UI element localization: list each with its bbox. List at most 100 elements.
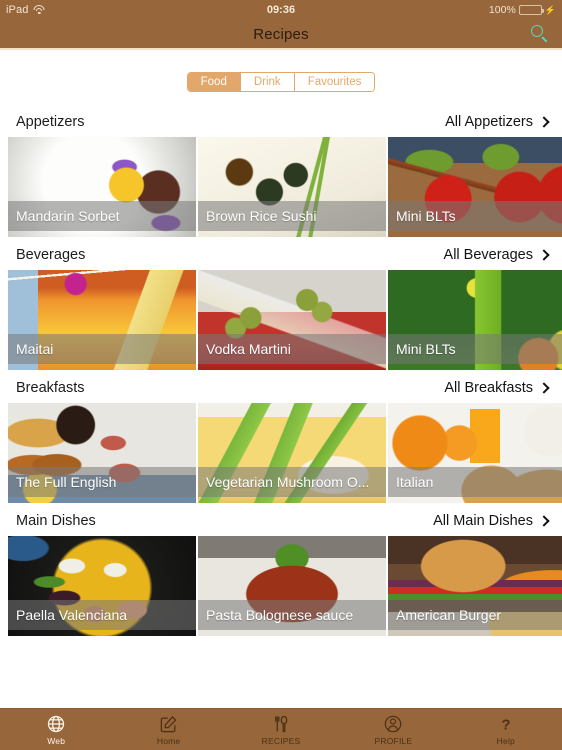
recipe-label-bar: Mini BLTs [388, 334, 562, 364]
recipe-card[interactable]: Vegetarian Mushroom O... [198, 403, 386, 503]
recipe-label-bar: Mandarin Sorbet [8, 201, 196, 231]
section-header: Breakfasts All Breakfasts [0, 372, 562, 403]
question-mark-icon: ? [498, 713, 514, 734]
recipe-sections: Appetizers All Appetizers Mandarin Sorbet B… [0, 106, 562, 636]
status-bar: iPad 09:36 100% ⚡ [0, 0, 562, 20]
recipe-label-bar: Paella Valenciana [8, 600, 196, 630]
recipe-card[interactable]: Paella Valenciana [8, 536, 196, 636]
recipe-title: Maitai [16, 341, 54, 357]
recipe-card[interactable]: Italian [388, 403, 562, 503]
recipe-card[interactable]: Maitai [8, 270, 196, 370]
section-title: Appetizers [16, 113, 85, 130]
status-bar-right: 100% ⚡ [489, 4, 556, 16]
recipe-label-bar: The Full English [8, 467, 196, 497]
recipe-card-row[interactable]: Mandarin Sorbet Brown Rice Sushi Mini BLTs [0, 137, 562, 237]
recipe-section: Main Dishes All Main Dishes Paella Valenci… [0, 505, 562, 636]
tab-recipes[interactable]: RECIPES [225, 709, 337, 750]
recipe-title: Paella Valenciana [16, 607, 128, 623]
section-see-all-link[interactable]: All Main Dishes [433, 512, 550, 529]
section-title: Breakfasts [16, 379, 85, 396]
tab-label-recipes: RECIPES [261, 736, 301, 746]
tab-bar: Web Home RECIPES PROFILE ? Help [0, 708, 562, 750]
section-see-all-label: All Beverages [443, 246, 533, 263]
recipe-card[interactable]: Brown Rice Sushi [198, 137, 386, 237]
recipe-title: Italian [396, 474, 434, 490]
recipe-title: Vegetarian Mushroom O... [206, 474, 370, 490]
recipe-section: Breakfasts All Breakfasts The Full English… [0, 372, 562, 503]
recipe-label-bar: American Burger [388, 600, 562, 630]
segment-drink[interactable]: Drink [240, 73, 295, 91]
section-header: Beverages All Beverages [0, 239, 562, 270]
recipe-title: The Full English [16, 474, 117, 490]
search-icon[interactable] [530, 24, 550, 44]
chevron-right-icon [538, 514, 550, 527]
recipe-card[interactable]: Pasta Bolognese sauce [198, 536, 386, 636]
tab-web[interactable]: Web [0, 709, 112, 750]
section-title: Main Dishes [16, 512, 96, 529]
recipe-title: American Burger [396, 607, 502, 623]
recipe-card-row[interactable]: The Full English Vegetarian Mushroom O...… [0, 403, 562, 503]
section-title: Beverages [16, 246, 86, 263]
section-header: Appetizers All Appetizers [0, 106, 562, 137]
section-see-all-label: All Breakfasts [444, 379, 533, 396]
battery-percent-label: 100% [488, 4, 516, 16]
recipe-title: Pasta Bolognese sauce [206, 607, 354, 623]
recipe-title: Mini BLTs [396, 341, 456, 357]
tab-home[interactable]: Home [112, 709, 224, 750]
recipe-title: Brown Rice Sushi [206, 208, 317, 224]
segment-food[interactable]: Food [187, 73, 241, 91]
device-name: iPad [6, 4, 29, 16]
recipe-card[interactable]: American Burger [388, 536, 562, 636]
status-bar-left: iPad [6, 4, 45, 16]
recipe-title: Mandarin Sorbet [16, 208, 120, 224]
compose-square-icon [159, 713, 178, 734]
wifi-icon [33, 5, 45, 15]
segment-favourites[interactable]: Favourites [294, 73, 375, 91]
tab-help[interactable]: ? Help [450, 709, 562, 750]
recipe-title: Vodka Martini [206, 341, 291, 357]
app-root: iPad 09:36 100% ⚡ Recipes Food Drink Fav… [0, 0, 562, 750]
tab-label-profile: PROFILE [374, 736, 413, 746]
recipe-section: Beverages All Beverages Maitai Vodka Martin… [0, 239, 562, 370]
recipe-card-row[interactable]: Maitai Vodka Martini Mini BLTs [0, 270, 562, 370]
person-circle-icon [383, 713, 403, 734]
recipe-section: Appetizers All Appetizers Mandarin Sorbet B… [0, 106, 562, 237]
recipe-label-bar: Italian [388, 467, 562, 497]
tab-label-web: Web [47, 736, 66, 746]
recipe-label-bar: Mini BLTs [388, 201, 562, 231]
nav-bar: Recipes [0, 20, 562, 50]
page-title: Recipes [253, 25, 309, 43]
section-see-all-label: All Main Dishes [433, 512, 533, 529]
recipe-card[interactable]: Mini BLTs [388, 270, 562, 370]
recipe-label-bar: Brown Rice Sushi [198, 201, 386, 231]
chevron-right-icon [538, 115, 550, 128]
tab-label-home: Home [156, 736, 181, 746]
section-see-all-link[interactable]: All Appetizers [445, 113, 550, 130]
recipe-label-bar: Maitai [8, 334, 196, 364]
recipe-title: Mini BLTs [396, 208, 456, 224]
recipe-card-row[interactable]: Paella Valenciana Pasta Bolognese sauce Am… [0, 536, 562, 636]
lightning-bolt-icon: ⚡ [544, 4, 556, 15]
segmented-control-wrap: Food Drink Favourites [0, 50, 562, 106]
category-segmented-control[interactable]: Food Drink Favourites [186, 72, 376, 92]
fork-knife-icon [272, 713, 290, 734]
status-bar-clock: 09:36 [266, 4, 296, 16]
globe-icon [46, 713, 66, 734]
chevron-right-icon [538, 381, 550, 394]
tab-profile[interactable]: PROFILE [337, 709, 449, 750]
battery-icon [518, 5, 544, 15]
recipe-label-bar: Vegetarian Mushroom O... [198, 467, 386, 497]
recipe-card[interactable]: Mini BLTs [388, 137, 562, 237]
section-header: Main Dishes All Main Dishes [0, 505, 562, 536]
section-see-all-link[interactable]: All Beverages [443, 246, 550, 263]
section-see-all-label: All Appetizers [445, 113, 533, 130]
tab-label-help: Help [496, 736, 515, 746]
recipe-label-bar: Pasta Bolognese sauce [198, 600, 386, 630]
svg-text:?: ? [501, 717, 510, 733]
recipe-card[interactable]: Vodka Martini [198, 270, 386, 370]
recipe-card[interactable]: Mandarin Sorbet [8, 137, 196, 237]
recipe-label-bar: Vodka Martini [198, 334, 386, 364]
section-see-all-link[interactable]: All Breakfasts [444, 379, 550, 396]
chevron-right-icon [538, 248, 550, 261]
recipe-card[interactable]: The Full English [8, 403, 196, 503]
